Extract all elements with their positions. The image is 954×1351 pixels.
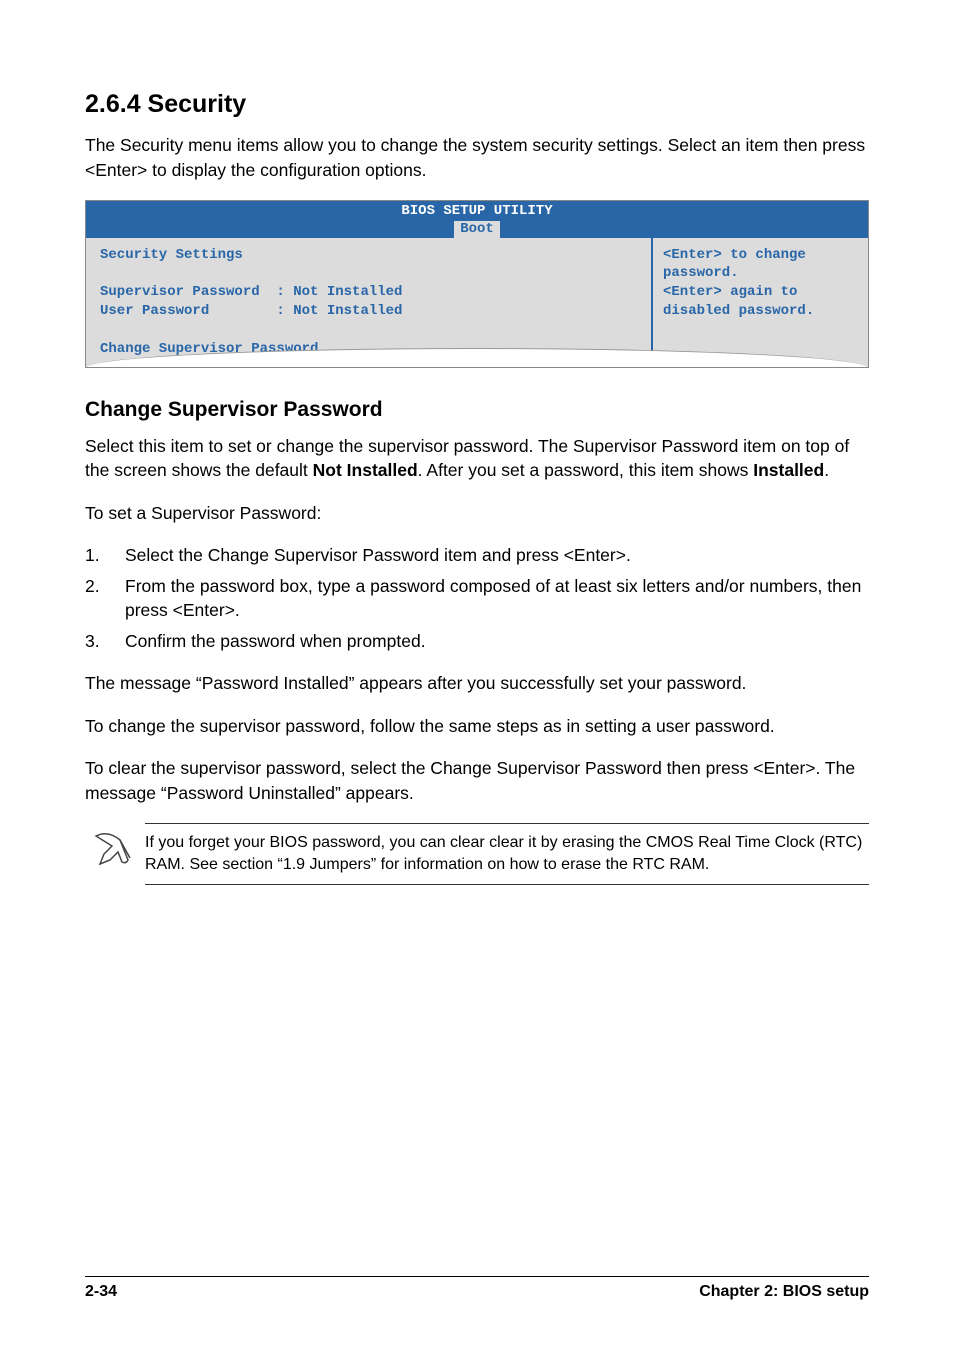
paragraph: To set a Supervisor Password: [85, 501, 869, 526]
note-box: If you forget your BIOS password, you ca… [145, 823, 869, 884]
bios-line: Security Settings [100, 247, 243, 263]
list-item: 3. Confirm the password when prompted. [85, 629, 869, 654]
list-number: 1. [85, 543, 125, 568]
sub-heading: Change Supervisor Password [85, 398, 869, 422]
section-heading: 2.6.4 Security [85, 90, 869, 119]
paragraph: The message “Password Installed” appears… [85, 671, 869, 696]
list-text: Select the Change Supervisor Password it… [125, 543, 869, 568]
list-text: Confirm the password when prompted. [125, 629, 869, 654]
list-item: 2. From the password box, type a passwor… [85, 574, 869, 623]
intro-paragraph: The Security menu items allow you to cha… [85, 133, 869, 182]
list-number: 2. [85, 574, 125, 623]
text: . After you set a password, this item sh… [418, 460, 754, 480]
paragraph: To clear the supervisor password, select… [85, 756, 869, 805]
note-text: If you forget your BIOS password, you ca… [145, 832, 869, 875]
bold-text: Not Installed [313, 460, 418, 480]
bios-left-pane: Security Settings Supervisor Password : … [86, 238, 653, 367]
pencil-note-icon [90, 830, 134, 868]
bios-right-pane: <Enter> to change password. <Enter> agai… [653, 238, 868, 367]
paragraph: Select this item to set or change the su… [85, 434, 869, 483]
bios-line: Supervisor Password : Not Installed [100, 284, 402, 300]
chapter-label: Chapter 2: BIOS setup [699, 1283, 869, 1301]
bios-screenshot: BIOS SETUP UTILITY Boot Security Setting… [85, 200, 869, 368]
page-number: 2-34 [85, 1283, 117, 1301]
list-text: From the password box, type a password c… [125, 574, 869, 623]
bios-header: BIOS SETUP UTILITY Boot [86, 201, 868, 238]
paragraph: To change the supervisor password, follo… [85, 714, 869, 739]
list-number: 3. [85, 629, 125, 654]
bios-tab: Boot [454, 221, 500, 238]
bios-title: BIOS SETUP UTILITY [401, 203, 552, 219]
ordered-list: 1. Select the Change Supervisor Password… [85, 543, 869, 653]
page-footer: 2-34 Chapter 2: BIOS setup [85, 1276, 869, 1301]
bold-text: Installed [753, 460, 824, 480]
list-item: 1. Select the Change Supervisor Password… [85, 543, 869, 568]
text: . [824, 460, 829, 480]
bios-line: User Password : Not Installed [100, 303, 402, 319]
